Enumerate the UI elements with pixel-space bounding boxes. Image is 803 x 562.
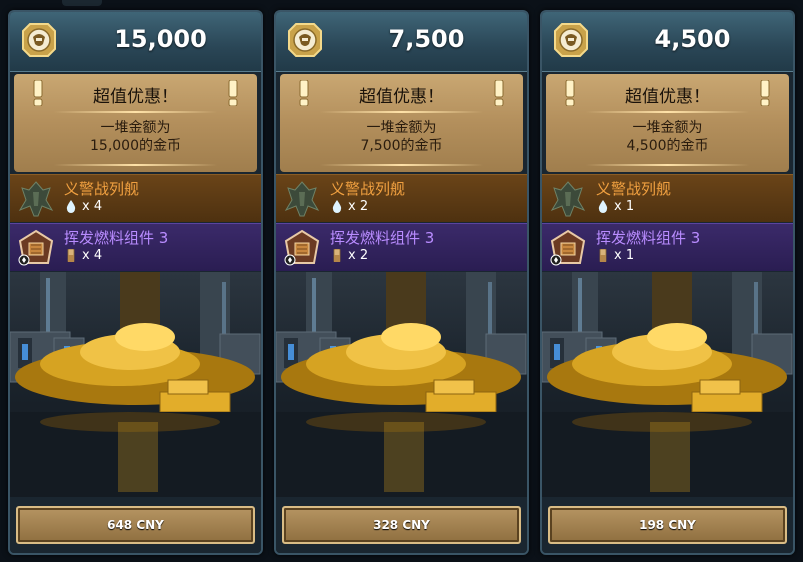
droplet-icon [66,200,76,213]
reward-ship-name: 义警战列舰 [64,180,140,198]
offer-card-3: 4,500 超值优惠！ 一堆金额为 4,500的金币 义警战列舰 x 1 挥发燃… [540,10,795,555]
promo-line-1: 一堆金额为 [100,120,171,136]
promo-divider [586,111,749,113]
reward-part-quantity: x 2 [332,248,368,263]
buy-button[interactable]: 198 CNY [548,506,787,544]
reward-ship-quantity: x 1 [598,199,634,214]
promo-line-2: 15,000的金币 [90,138,181,154]
promo-divider [54,111,217,113]
part-quantity-text: x 4 [82,248,103,263]
reward-part-name: 挥发燃料组件 3 [596,229,701,247]
buy-bar: 198 CNY [542,497,793,553]
fuel-component-icon [550,229,586,266]
promo-line-2: 4,500的金币 [626,138,709,154]
coin-icon [554,23,588,57]
card-header: 15,000 [10,12,261,72]
reward-part-quantity: x 4 [66,248,102,263]
price-label: 648 CNY [107,518,164,532]
promo-divider [320,111,483,113]
coin-amount: 7,500 [388,25,465,53]
reward-part-name: 挥发燃料组件 3 [64,229,169,247]
promo-divider-bottom [320,164,483,166]
reward-part-row[interactable]: 挥发燃料组件 3 x 2 [276,223,527,271]
buy-bar: 328 CNY [276,497,527,553]
price-label: 198 CNY [639,518,696,532]
ship-quantity-text: x 4 [82,199,103,214]
exclamation-icon [760,80,770,106]
promo-line-1: 一堆金额为 [366,120,437,136]
price-label: 328 CNY [373,518,430,532]
reward-part-row[interactable]: 挥发燃料组件 3 x 1 [542,223,793,271]
reward-ship-name: 义警战列舰 [596,180,672,198]
gold-vault-image [276,272,527,497]
reward-ship-row[interactable]: 义警战列舰 x 2 [276,174,527,222]
part-quantity-text: x 1 [614,248,635,263]
droplet-icon [598,200,608,213]
promo-divider-bottom [54,164,217,166]
reward-ship-quantity: x 2 [332,199,368,214]
vial-icon [67,249,75,262]
promo-description: 一堆金额为 4,500的金币 [546,119,789,155]
buy-bar: 648 CNY [10,497,261,553]
coin-amount: 4,500 [654,25,731,53]
reward-ship-row[interactable]: 义警战列舰 x 4 [10,174,261,222]
battleship-icon [284,181,320,217]
reward-ship-name: 义警战列舰 [330,180,406,198]
promo-divider-bottom [586,164,749,166]
promo-panel: 超值优惠！ 一堆金额为 4,500的金币 [546,74,789,172]
promo-line-2: 7,500的金币 [360,138,443,154]
promo-title: 超值优惠！ [359,87,444,107]
exclamation-icon [228,80,238,106]
coin-icon [288,23,322,57]
battleship-icon [18,181,54,217]
card-header: 4,500 [542,12,793,72]
reward-part-quantity: x 1 [598,248,634,263]
promo-description: 一堆金额为 15,000的金币 [14,119,257,155]
reward-ship-quantity: x 4 [66,199,102,214]
part-quantity-text: x 2 [348,248,369,263]
ship-quantity-text: x 2 [348,199,369,214]
fuel-component-icon [284,229,320,266]
vial-icon [599,249,607,262]
buy-button[interactable]: 328 CNY [282,506,521,544]
promo-line-1: 一堆金额为 [632,120,703,136]
battleship-icon [550,181,586,217]
reward-ship-row[interactable]: 义警战列舰 x 1 [542,174,793,222]
top-tab-decoration [62,0,102,6]
promo-panel: 超值优惠！ 一堆金额为 7,500的金币 [280,74,523,172]
gold-pile-illustration [542,272,793,497]
gold-vault-image [10,272,261,497]
vial-icon [333,249,341,262]
coin-amount: 15,000 [114,25,207,53]
card-header: 7,500 [276,12,527,72]
buy-button[interactable]: 648 CNY [16,506,255,544]
ship-quantity-text: x 1 [614,199,635,214]
reward-part-name: 挥发燃料组件 3 [330,229,435,247]
reward-part-row[interactable]: 挥发燃料组件 3 x 4 [10,223,261,271]
offer-card-2: 7,500 超值优惠！ 一堆金额为 7,500的金币 义警战列舰 x 2 挥发燃… [274,10,529,555]
promo-title: 超值优惠！ [625,87,710,107]
gold-vault-image [542,272,793,497]
offer-card-1: 15,000 超值优惠！ 一堆金额为 15,000的金币 义警战列舰 x 4 挥… [8,10,263,555]
exclamation-icon [494,80,504,106]
droplet-icon [332,200,342,213]
promo-panel: 超值优惠！ 一堆金额为 15,000的金币 [14,74,257,172]
promo-description: 一堆金额为 7,500的金币 [280,119,523,155]
promo-title: 超值优惠！ [93,87,178,107]
gold-pile-illustration [276,272,527,497]
gold-pile-illustration [10,272,261,497]
fuel-component-icon [18,229,54,266]
coin-icon [22,23,56,57]
